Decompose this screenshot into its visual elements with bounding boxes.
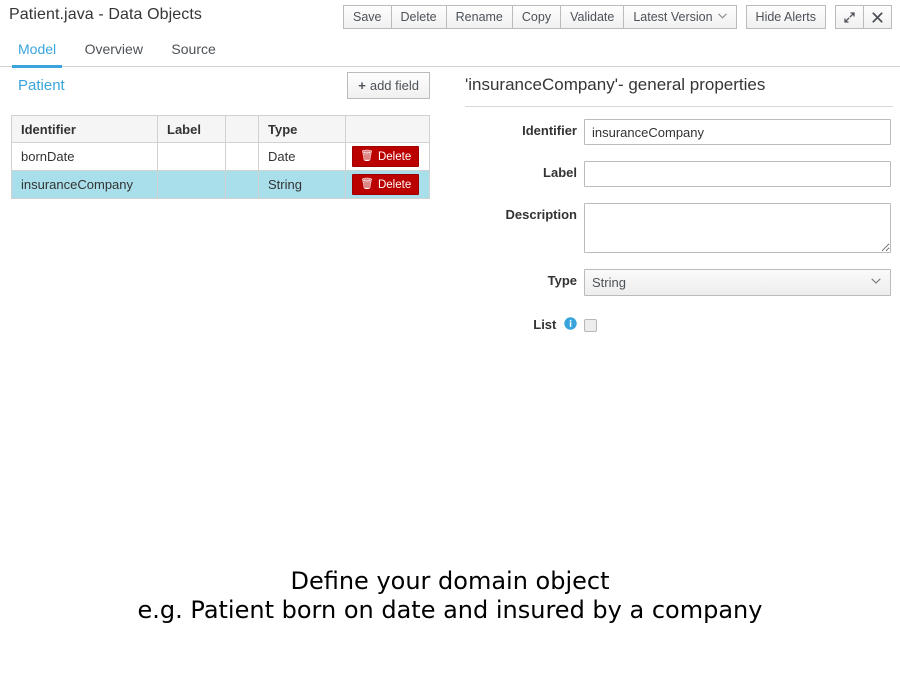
model-pane: Patient + add field Identifier Label Typ…: [0, 67, 455, 199]
cell-actions: 🗑 Delete: [345, 142, 430, 171]
delete-field-button[interactable]: 🗑 Delete: [352, 146, 420, 167]
trash-icon: 🗑: [360, 178, 374, 190]
label-control: [584, 161, 891, 187]
table-row[interactable]: insuranceCompany String 🗑 Delete: [11, 170, 430, 199]
field-row-type: Type String: [455, 269, 900, 297]
delete-field-label: Delete: [377, 178, 412, 191]
column-header-identifier: Identifier: [11, 115, 158, 143]
column-header-actions: [345, 115, 430, 143]
cell-type: Date: [258, 142, 346, 171]
add-field-button[interactable]: + add field: [347, 72, 430, 99]
toolbar: Save Delete Rename Copy Validate Latest …: [343, 5, 892, 29]
delete-field-button[interactable]: 🗑 Delete: [352, 174, 420, 195]
cell-label: [157, 170, 226, 199]
description-label: Description: [505, 207, 577, 222]
hint-line-1: Define your domain object: [290, 567, 610, 595]
cell-actions: 🗑 Delete: [345, 170, 430, 199]
cell-identifier: insuranceCompany: [11, 170, 158, 199]
column-header-blank: [225, 115, 259, 143]
tab-overview[interactable]: Overview: [73, 34, 155, 67]
list-control: [584, 313, 597, 332]
properties-title: 'insuranceCompany'- general properties: [465, 75, 893, 107]
cell-blank: [225, 142, 259, 171]
entity-header: Patient + add field: [0, 67, 455, 111]
description-textarea[interactable]: [584, 203, 891, 253]
list-checkbox[interactable]: [584, 319, 597, 332]
tab-source[interactable]: Source: [159, 34, 227, 67]
tab-model[interactable]: Model: [6, 34, 68, 68]
list-label-text: List: [533, 317, 557, 332]
label-label: Label: [543, 165, 577, 180]
cell-label: [157, 142, 226, 171]
delete-field-label: Delete: [377, 150, 412, 163]
save-button[interactable]: Save: [343, 5, 391, 29]
table-row[interactable]: bornDate Date 🗑 Delete: [11, 142, 430, 171]
description-control: [584, 203, 891, 258]
copy-button[interactable]: Copy: [511, 5, 561, 29]
window-header: Patient.java - Data Objects Save Delete …: [0, 0, 900, 34]
chevron-down-icon: [717, 5, 727, 27]
trash-icon: 🗑: [360, 150, 374, 162]
type-label: Type: [547, 273, 577, 288]
toolbar-alerts-group: Hide Alerts: [745, 5, 826, 29]
cell-blank: [225, 170, 259, 199]
add-field-label: add field: [369, 78, 419, 93]
hint-caption: Define your domain object e.g. Patient b…: [0, 567, 900, 625]
latest-version-label: Latest Version: [633, 10, 713, 24]
field-row-description: Description: [455, 203, 900, 255]
close-icon[interactable]: [863, 5, 892, 29]
type-control: String: [584, 269, 891, 296]
field-row-identifier: Identifier: [455, 119, 900, 147]
plus-icon: +: [358, 78, 366, 93]
hide-alerts-button[interactable]: Hide Alerts: [745, 5, 826, 29]
cell-identifier: bornDate: [11, 142, 158, 171]
list-label: List: [455, 317, 577, 333]
validate-button[interactable]: Validate: [560, 5, 624, 29]
main-content: Patient + add field Identifier Label Typ…: [0, 67, 900, 675]
identifier-control: [584, 119, 891, 145]
toolbar-primary-group: Save Delete Rename Copy Validate Latest …: [343, 5, 737, 29]
table-header-row: Identifier Label Type: [11, 115, 430, 143]
rename-button[interactable]: Rename: [445, 5, 512, 29]
cell-type: String: [258, 170, 346, 199]
column-header-label: Label: [157, 115, 226, 143]
info-icon[interactable]: [564, 317, 577, 333]
page-title: Patient.java - Data Objects: [9, 6, 203, 23]
type-select[interactable]: String: [584, 269, 891, 296]
identifier-input[interactable]: [584, 119, 891, 145]
fields-table: Identifier Label Type bornDate Date 🗑 De…: [11, 115, 430, 199]
field-row-list: List: [455, 313, 900, 341]
label-input[interactable]: [584, 161, 891, 187]
delete-button[interactable]: Delete: [390, 5, 446, 29]
hint-line-2: e.g. Patient born on date and insured by…: [137, 596, 763, 624]
entity-name-link[interactable]: Patient: [18, 77, 65, 94]
identifier-label: Identifier: [522, 123, 577, 138]
latest-version-dropdown[interactable]: Latest Version: [623, 5, 737, 29]
tab-bar: Model Overview Source: [0, 34, 900, 68]
column-header-type: Type: [258, 115, 346, 143]
expand-icon[interactable]: [835, 5, 863, 29]
field-row-label: Label: [455, 161, 900, 189]
properties-form: Identifier Label Description Type: [455, 119, 900, 353]
toolbar-window-group: [835, 5, 892, 29]
